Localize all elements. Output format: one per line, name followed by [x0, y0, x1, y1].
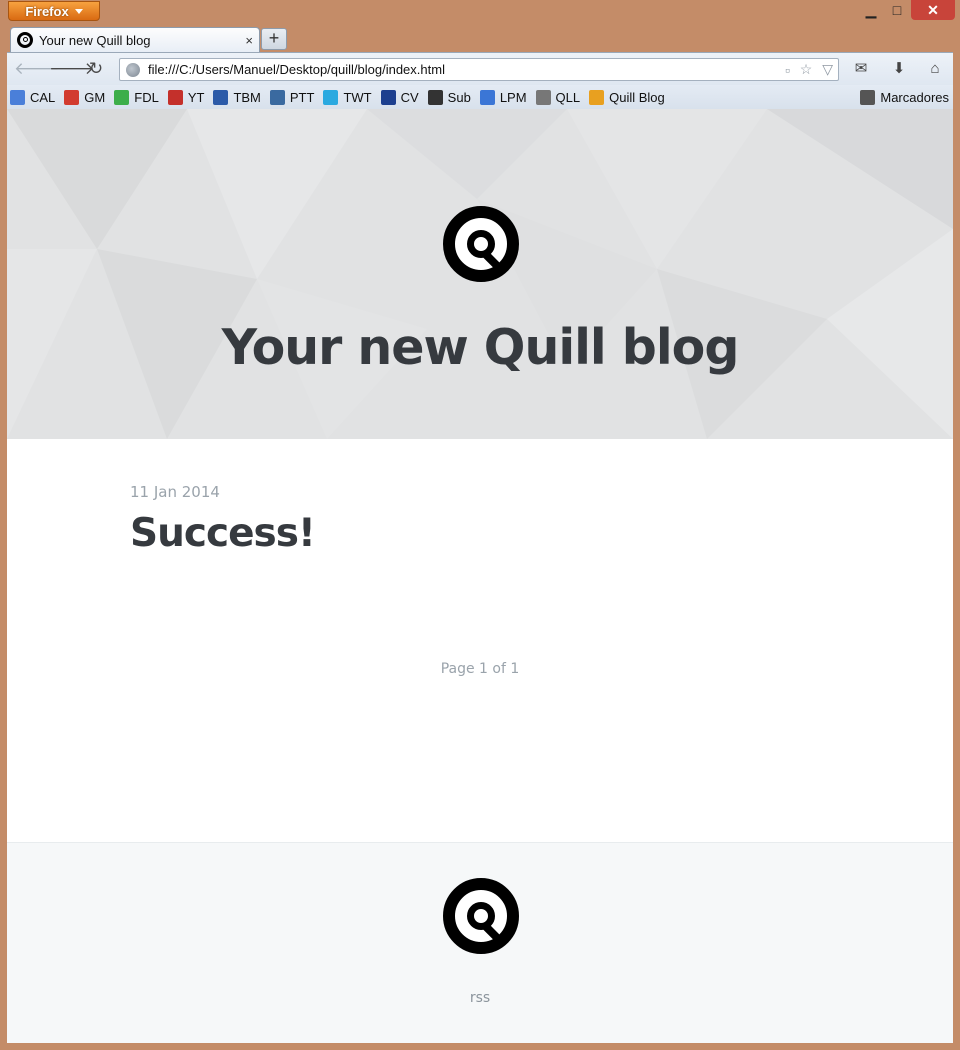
maximize-button[interactable]: □	[884, 0, 910, 20]
bookmark-label: Quill Blog	[609, 89, 665, 105]
back-arrow-icon[interactable]: 🡐	[14, 59, 60, 79]
page-icon[interactable]: ▫	[785, 62, 790, 78]
blog-footer: rss	[7, 842, 953, 1043]
bookmark-quill-blog[interactable]: Quill Blog	[589, 89, 665, 105]
twitter-icon	[323, 89, 339, 105]
bookmark-lpm[interactable]: LPM	[479, 89, 527, 105]
bookmark-fdl[interactable]: FDL	[114, 89, 159, 105]
bookmark-sub[interactable]: Sub	[427, 89, 471, 105]
bookmarks-menu-label: Marcadores	[880, 89, 949, 105]
bookmark-label: QLL	[555, 89, 581, 105]
bookmark-qll[interactable]: QLL	[535, 89, 581, 105]
star-bookmark-icon[interactable]: ☆	[800, 61, 813, 78]
dashed-box-icon	[535, 89, 551, 105]
mail-icon[interactable]: ✉	[850, 59, 872, 79]
chevron-down-icon	[74, 8, 83, 14]
tab-title: Your new Quill blog	[39, 32, 151, 48]
bookmark-label: GM	[84, 89, 106, 105]
navigation-toolbar: 🡐 🡒 ↻ file:///C:/Users/Manuel/Desktop/qu…	[7, 52, 953, 85]
close-window-button[interactable]: ✕	[911, 0, 955, 20]
bookmark-label: TWT	[343, 89, 372, 105]
gmail-icon	[64, 89, 80, 105]
bookmark-label: CAL	[30, 89, 56, 105]
youtube-icon	[167, 89, 183, 105]
bookmark-tbm[interactable]: TBM	[213, 89, 261, 105]
google-icon	[479, 89, 495, 105]
bookmark-label: FDL	[134, 89, 159, 105]
bookmarks-menu-button[interactable]: Marcadores	[860, 89, 949, 105]
rss-icon	[589, 89, 605, 105]
post-title-link[interactable]: Success!	[130, 511, 316, 556]
bookmark-yt[interactable]: YT	[167, 89, 205, 105]
bookmark-twt[interactable]: TWT	[323, 89, 372, 105]
ptt-icon	[269, 89, 285, 105]
bookmarks-toolbar: CAL GM FDL YT TBM PTT TWT CV Sub LPM QLL Quill Blog…	[7, 85, 953, 109]
headphones-icon	[427, 89, 443, 105]
tab-active[interactable]: Your new Quill blog ×	[10, 27, 260, 52]
star-box-icon	[860, 89, 876, 105]
rss-link[interactable]: rss	[7, 990, 953, 1006]
globe-icon	[126, 62, 140, 77]
bookmark-label: LPM	[499, 89, 527, 105]
bookmark-label: TBM	[233, 89, 261, 105]
url-actions: ▫ ☆ ▽	[780, 61, 838, 78]
new-tab-button[interactable]: +	[261, 28, 287, 50]
dropdown-arrow-icon[interactable]: ▽	[822, 61, 833, 78]
bookmark-ptt[interactable]: PTT	[269, 89, 315, 105]
page-viewport: Your new Quill blog 11 Jan 2014 Success!…	[7, 109, 953, 1043]
pagination: Page 1 of 1	[440, 661, 520, 677]
bookmark-cal[interactable]: CAL	[10, 89, 56, 105]
minimize-button[interactable]: ▁	[858, 0, 884, 20]
tbm-icon	[213, 89, 229, 105]
home-icon[interactable]: ⌂	[924, 59, 946, 79]
download-icon[interactable]: ⬇	[888, 59, 910, 79]
quill-logo-icon[interactable]	[443, 206, 519, 282]
bookmark-label: Sub	[447, 89, 471, 105]
firefox-menu-button[interactable]: Firefox	[8, 1, 100, 21]
forward-arrow-icon[interactable]: 🡒	[49, 59, 95, 79]
bookmark-label: YT	[187, 89, 205, 105]
blog-title[interactable]: Your new Quill blog	[7, 319, 953, 376]
bookmark-cv[interactable]: CV	[380, 89, 419, 105]
reload-icon[interactable]: ↻	[85, 59, 107, 79]
quill-logo-icon[interactable]	[443, 878, 519, 954]
calendar-icon	[10, 89, 25, 105]
url-input[interactable]: file:///C:/Users/Manuel/Desktop/quill/bl…	[148, 62, 780, 77]
tab-close-icon[interactable]: ×	[245, 33, 253, 48]
url-bar[interactable]: file:///C:/Users/Manuel/Desktop/quill/bl…	[119, 58, 839, 81]
bookmark-label: CV	[400, 89, 419, 105]
post-date: 11 Jan 2014	[130, 483, 220, 501]
bookmark-gm[interactable]: GM	[64, 89, 106, 105]
quill-favicon-icon	[17, 32, 33, 48]
cv-icon	[380, 89, 396, 105]
feedly-icon	[114, 89, 130, 105]
blog-header: Your new Quill blog	[7, 109, 953, 439]
browser-window: Firefox ▁ □ ✕ Your new Quill blog × + 🡐 …	[0, 0, 960, 1050]
firefox-menu-label: Firefox	[25, 3, 69, 19]
bookmark-label: PTT	[289, 89, 315, 105]
